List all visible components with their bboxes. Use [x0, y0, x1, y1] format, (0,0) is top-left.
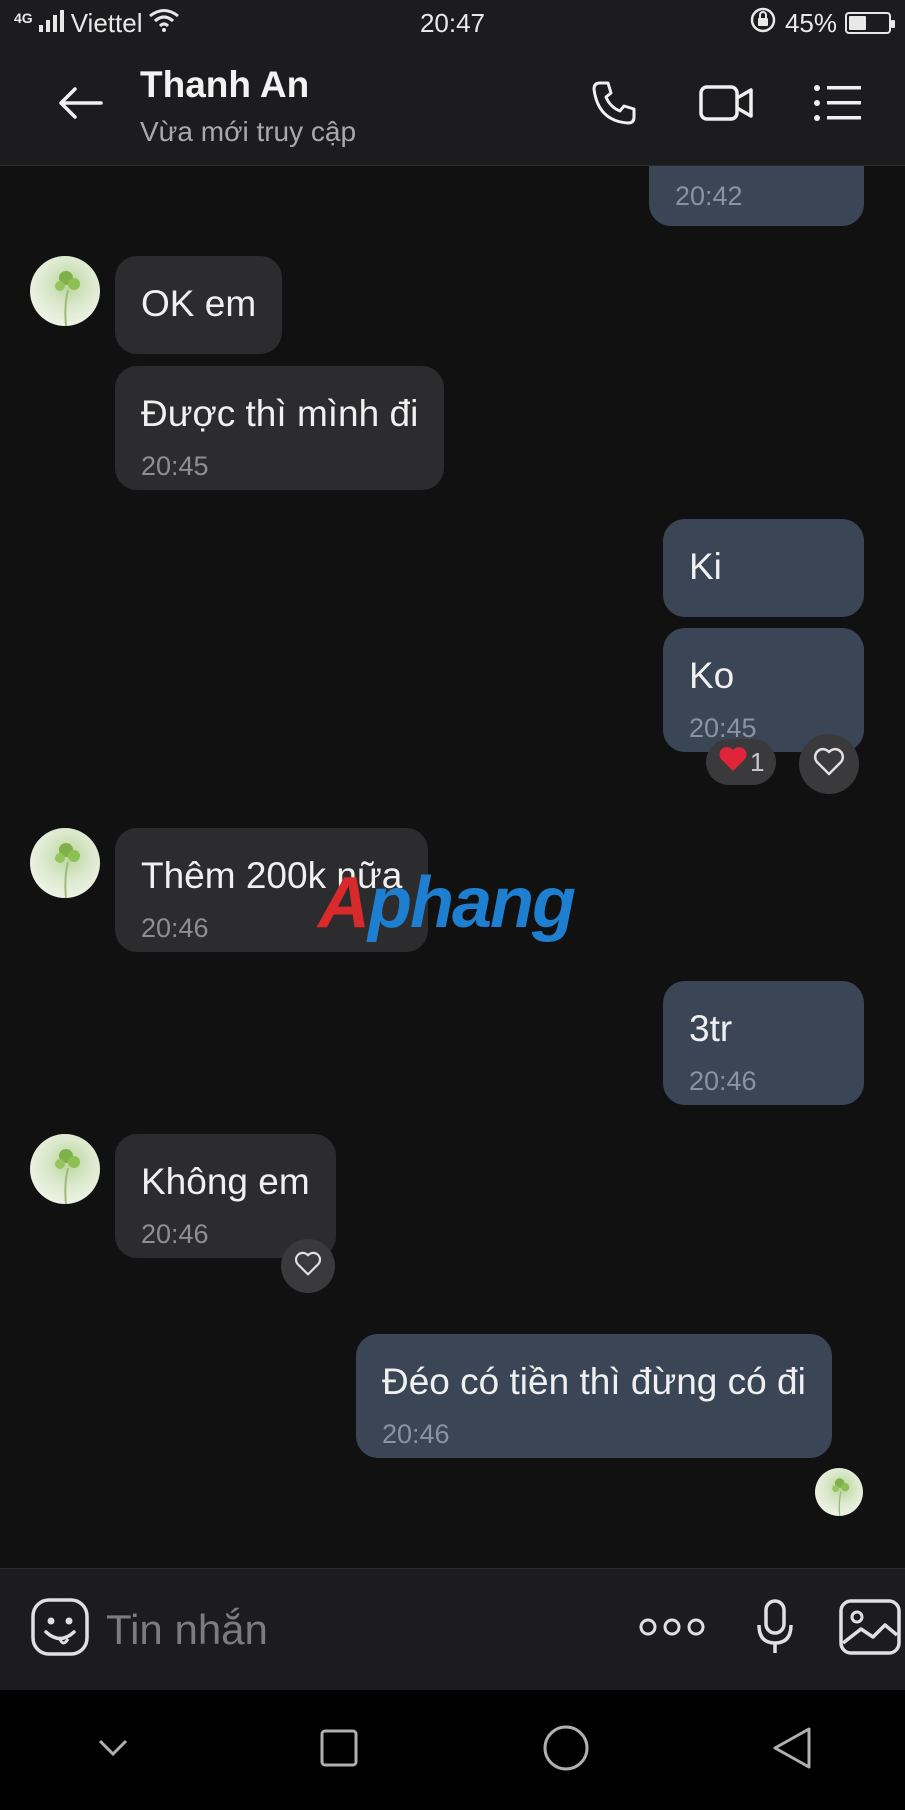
square-icon — [320, 1729, 358, 1772]
react-button[interactable] — [799, 734, 859, 794]
watermark: Aphang — [318, 862, 576, 944]
video-call-icon — [699, 83, 753, 128]
avatar[interactable] — [30, 256, 100, 326]
watermark-first: A — [318, 863, 370, 943]
message-input[interactable] — [106, 1594, 526, 1665]
emoji-icon — [30, 1597, 90, 1662]
message-text: Không em — [141, 1161, 310, 1202]
back-button[interactable] — [40, 66, 120, 146]
react-button[interactable] — [281, 1239, 335, 1293]
contact-name: Thanh An — [140, 63, 310, 105]
heart-outline-icon — [294, 1251, 322, 1282]
message-bubble-outgoing[interactable]: Ki — [663, 519, 864, 617]
message-time: 20:46 — [689, 1066, 757, 1096]
more-icon — [639, 1617, 705, 1642]
message-input-bar — [0, 1568, 905, 1690]
rotation-lock-icon — [749, 6, 777, 41]
video-call-button[interactable] — [681, 66, 771, 146]
message-text: Ki — [689, 546, 722, 587]
reaction-summary[interactable]: 1 — [706, 739, 777, 785]
status-bar: 4G Viettel 20:47 45% — [0, 0, 905, 46]
nav-back-button[interactable] — [747, 1705, 837, 1795]
chat-header: Thanh An Vừa mới truy cập — [0, 46, 905, 166]
gallery-button[interactable] — [834, 1590, 905, 1670]
triangle-back-icon — [772, 1726, 812, 1775]
voice-button[interactable] — [739, 1590, 810, 1670]
nav-recents-button[interactable] — [294, 1705, 384, 1795]
signal-icon — [38, 8, 65, 39]
battery-level — [849, 16, 867, 30]
battery-icon — [845, 12, 895, 34]
emoji-button[interactable] — [30, 1595, 90, 1665]
carrier-name: Viettel — [70, 7, 143, 38]
message-text: Đéo có tiền thì đừng có đi — [382, 1361, 806, 1402]
watermark-rest: phang — [368, 863, 576, 943]
message-text: OK em — [141, 283, 257, 324]
message-time: 20:45 — [141, 451, 209, 481]
battery-percent: 45% — [784, 7, 837, 38]
seen-avatar — [815, 1468, 863, 1516]
message-bubble-outgoing[interactable]: Ko 20:45 — [663, 628, 864, 752]
reaction-count: 1 — [750, 746, 765, 777]
message-text: Được thì mình đi — [141, 393, 419, 434]
system-nav-bar — [0, 1690, 905, 1810]
menu-button[interactable] — [793, 66, 883, 146]
status-time: 20:47 — [419, 7, 486, 38]
message-bubble-outgoing[interactable]: Đéo có tiền thì đừng có đi 20:46 — [356, 1334, 832, 1458]
heart-reaction-icon — [718, 745, 748, 780]
message-text: Ko — [689, 655, 735, 696]
nav-hide-button[interactable] — [68, 1705, 158, 1795]
microphone-icon — [755, 1599, 795, 1660]
avatar[interactable] — [30, 828, 100, 898]
message-time: 20:46 — [141, 1219, 209, 1249]
nav-home-button[interactable] — [521, 1705, 611, 1795]
menu-list-icon — [813, 84, 863, 127]
network-label: 4G — [14, 10, 33, 26]
call-button[interactable] — [569, 66, 659, 146]
status-right: 45% — [571, 6, 895, 41]
gallery-icon — [838, 1599, 901, 1660]
status-left: 4G Viettel — [14, 8, 334, 39]
chevron-down-icon — [98, 1739, 128, 1762]
phone-icon — [590, 79, 638, 132]
message-bubble-outgoing[interactable]: 3tr 20:46 — [663, 981, 864, 1105]
message-time: 20:46 — [382, 1419, 450, 1449]
back-arrow-icon — [57, 86, 103, 125]
contact-info[interactable]: Thanh An Vừa mới truy cập — [140, 64, 569, 148]
more-button[interactable] — [636, 1590, 707, 1670]
message-bubble-incoming[interactable]: Được thì mình đi 20:45 — [115, 366, 445, 490]
message-bubble-outgoing[interactable]: 20:42 — [649, 166, 864, 226]
message-text: 3tr — [689, 1008, 733, 1049]
wifi-icon — [148, 8, 180, 39]
message-time: 20:42 — [675, 181, 743, 211]
avatar[interactable] — [30, 1134, 100, 1204]
message-bubble-incoming[interactable]: OK em — [115, 256, 283, 354]
circle-icon — [543, 1725, 589, 1776]
contact-status: Vừa mới truy cập — [140, 115, 357, 147]
heart-outline-icon — [813, 747, 845, 782]
